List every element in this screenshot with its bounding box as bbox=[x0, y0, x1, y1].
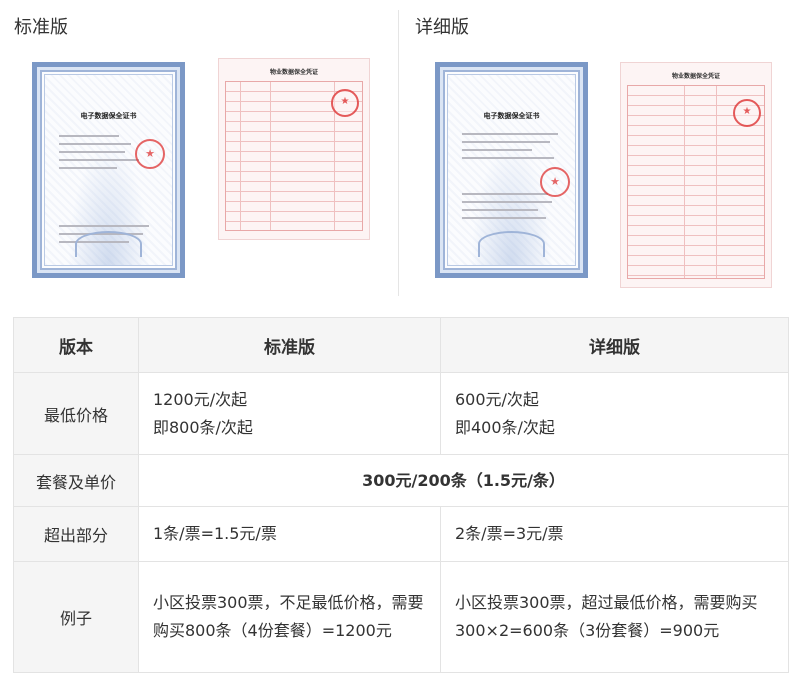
standard-preview: 标准版 电子数据保全证书 物业数据保全凭证 bbox=[0, 0, 398, 296]
certificate-title: 电子数据保全证书 bbox=[80, 112, 137, 120]
red-seal-icon bbox=[331, 89, 359, 117]
voucher-title: 物业数据保全凭证 bbox=[671, 73, 720, 80]
detailed-preview: 详细版 电子数据保全证书 物业数据保全凭证 bbox=[400, 0, 807, 296]
row-label-overage: 超出部分 bbox=[13, 506, 139, 562]
red-seal-icon bbox=[135, 139, 165, 169]
column-divider bbox=[398, 10, 399, 296]
standard-min-price: 1200元/次起 即800条/次起 bbox=[138, 372, 441, 455]
pricing-comparison-table: 版本 标准版 详细版 最低价格 1200元/次起 即800条/次起 600元/次… bbox=[13, 317, 789, 673]
detailed-certificate-image: 电子数据保全证书 bbox=[435, 62, 588, 278]
standard-example: 小区投票300票，不足最低价格，需要购买800条（4份套餐）=1200元 bbox=[138, 561, 441, 673]
row-label-example: 例子 bbox=[13, 561, 139, 673]
detailed-min-price: 600元/次起 即400条/次起 bbox=[440, 372, 789, 455]
header-detailed: 详细版 bbox=[440, 317, 789, 373]
table-header-row: 版本 标准版 详细版 bbox=[13, 317, 789, 373]
table-row: 套餐及单价 300元/200条（1.5元/条） bbox=[13, 454, 789, 507]
detailed-preview-title: 详细版 bbox=[415, 17, 469, 38]
standard-voucher-image: 物业数据保全凭证 bbox=[218, 58, 370, 240]
version-preview-section: 标准版 电子数据保全证书 物业数据保全凭证 bbox=[0, 0, 807, 300]
standard-certificate-image: 电子数据保全证书 bbox=[32, 62, 185, 278]
red-seal-icon bbox=[733, 99, 761, 127]
row-label-package: 套餐及单价 bbox=[13, 454, 139, 507]
detailed-example: 小区投票300票，超过最低价格，需要购买300×2=600条（3份套餐）=900… bbox=[440, 561, 789, 673]
red-seal-icon bbox=[540, 167, 570, 197]
table-row: 例子 小区投票300票，不足最低价格，需要购买800条（4份套餐）=1200元 … bbox=[13, 561, 789, 673]
table-row: 超出部分 1条/票=1.5元/票 2条/票=3元/票 bbox=[13, 506, 789, 562]
standard-preview-title: 标准版 bbox=[14, 17, 68, 38]
table-row: 最低价格 1200元/次起 即800条/次起 600元/次起 即400条/次起 bbox=[13, 372, 789, 455]
package-unit-price: 300元/200条（1.5元/条） bbox=[138, 454, 789, 507]
header-standard: 标准版 bbox=[138, 317, 441, 373]
standard-overage: 1条/票=1.5元/票 bbox=[138, 506, 441, 562]
voucher-title: 物业数据保全凭证 bbox=[269, 69, 318, 76]
certificate-title: 电子数据保全证书 bbox=[483, 112, 540, 120]
detailed-overage: 2条/票=3元/票 bbox=[440, 506, 789, 562]
row-label-min-price: 最低价格 bbox=[13, 372, 139, 455]
header-version: 版本 bbox=[13, 317, 139, 373]
detailed-voucher-image: 物业数据保全凭证 bbox=[620, 62, 772, 288]
